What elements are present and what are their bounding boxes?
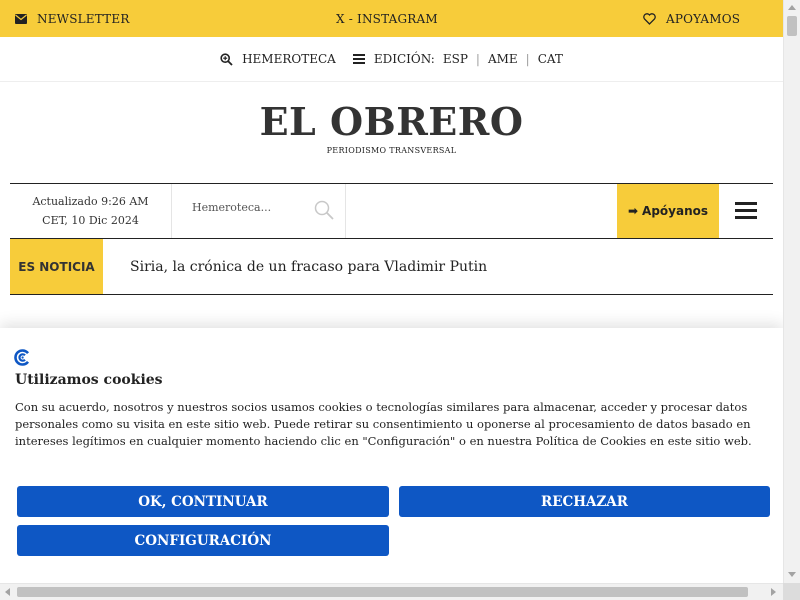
vertical-scroll-thumb[interactable] (787, 16, 797, 36)
support-button-label: Apóyanos (642, 204, 709, 218)
masthead: EL OBRERO PERIODISMO TRANSVERSAL (0, 100, 783, 156)
search-plus-icon (220, 52, 233, 66)
consent-logo-icon (14, 349, 30, 366)
cookie-description: Con su acuerdo, nosotros y nuestros soci… (15, 400, 752, 448)
search-icon[interactable] (314, 200, 334, 220)
support-link[interactable]: APOYAMOS (643, 0, 740, 37)
archive-link[interactable]: HEMEROTECA (220, 52, 336, 66)
search-box (172, 184, 346, 238)
search-input[interactable] (192, 201, 312, 214)
scrollbar-corner (783, 583, 800, 600)
scroll-left-icon[interactable] (5, 588, 10, 596)
top-bar: NEWSLETTER X - INSTAGRAM APOYAMOS (0, 0, 783, 37)
arrow-right-icon: ➡ (627, 204, 639, 218)
horizontal-scroll-thumb[interactable] (17, 587, 748, 597)
reject-button[interactable]: RECHAZAR (399, 486, 770, 517)
breaking-news-headline[interactable]: Siria, la crónica de un fracaso para Vla… (130, 239, 487, 294)
updated-time: Actualizado 9:26 AM (32, 195, 149, 208)
newsletter-link[interactable]: NEWSLETTER (15, 0, 130, 37)
edition-esp[interactable]: ESP (443, 52, 468, 66)
edition-cat[interactable]: CAT (538, 52, 563, 66)
site-logo[interactable]: EL OBRERO (0, 100, 783, 144)
edition-ame[interactable]: AME (488, 52, 518, 66)
list-icon (352, 54, 365, 64)
nav-row: Actualizado 9:26 AM CET, 10 Dic 2024 ➡ A… (10, 183, 773, 239)
cookie-consent-panel: Utilizamos cookies Con su acuerdo, nosot… (0, 328, 783, 583)
site-tagline: PERIODISMO TRANSVERSAL (326, 146, 457, 155)
scroll-right-icon[interactable] (771, 588, 776, 596)
support-button[interactable]: ➡ Apóyanos (617, 184, 719, 238)
edition-bar: HEMEROTECA EDICIÓN: ESP | AME | CAT (0, 37, 783, 82)
vertical-scrollbar[interactable] (783, 0, 800, 583)
last-updated: Actualizado 9:26 AM CET, 10 Dic 2024 (10, 184, 172, 238)
newsletter-label: NEWSLETTER (37, 11, 130, 26)
envelope-icon (15, 13, 27, 24)
edition-label: EDICIÓN: (373, 52, 435, 66)
breaking-news-bar: ES NOTICIA Siria, la crónica de un fraca… (10, 239, 773, 295)
edition-separator: | (525, 52, 530, 66)
social-label: X - INSTAGRAM (336, 11, 438, 26)
hamburger-menu-icon[interactable] (735, 202, 757, 220)
updated-date: CET, 10 Dic 2024 (42, 214, 139, 227)
edition-separator: | (475, 52, 480, 66)
accept-button[interactable]: OK, CONTINUAR (17, 486, 389, 517)
heart-icon (643, 12, 656, 25)
scroll-up-icon[interactable] (788, 5, 796, 10)
scroll-down-icon[interactable] (788, 572, 796, 577)
horizontal-scrollbar[interactable] (0, 583, 800, 600)
cookie-title: Utilizamos cookies (15, 372, 163, 388)
support-label: APOYAMOS (666, 11, 741, 26)
configure-button[interactable]: CONFIGURACIÓN (17, 525, 389, 556)
breaking-news-tag: ES NOTICIA (10, 239, 103, 294)
edition-selector: EDICIÓN: ESP | AME | CAT (352, 52, 563, 66)
social-links[interactable]: X - INSTAGRAM (336, 0, 438, 37)
archive-label: HEMEROTECA (242, 52, 336, 66)
